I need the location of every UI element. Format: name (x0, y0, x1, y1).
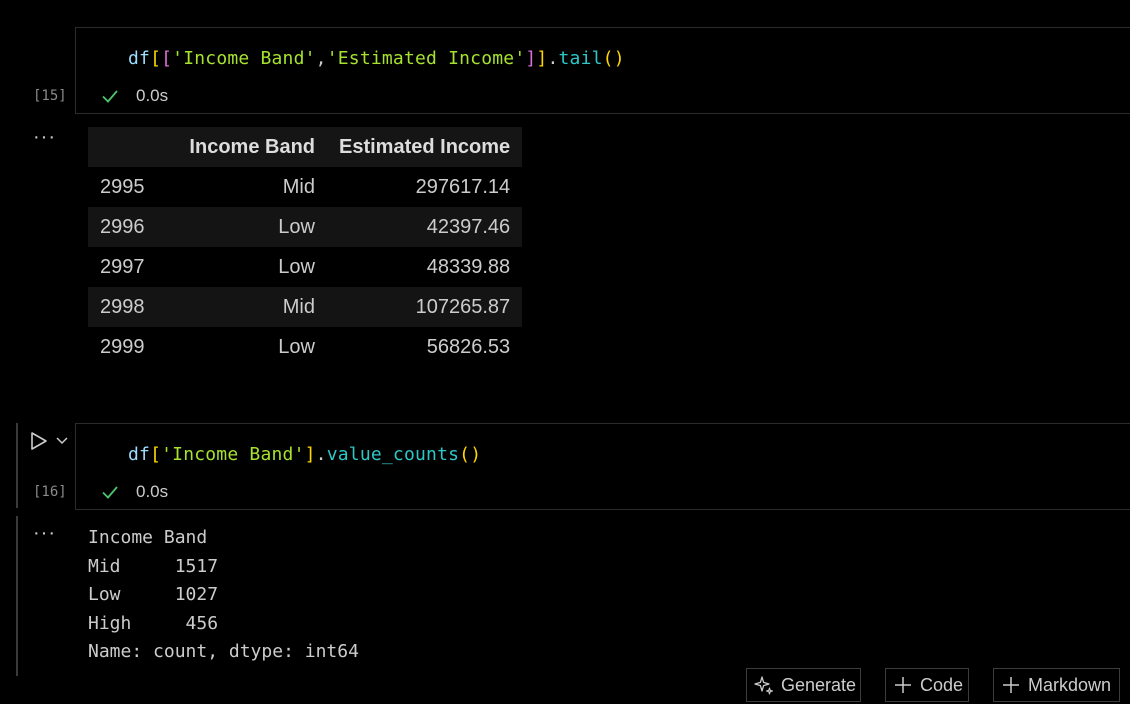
code-line[interactable]: df[['Income Band','Estimated Income']].t… (128, 48, 625, 69)
execution-count: [15] (33, 88, 67, 104)
markdown-label: Markdown (1028, 674, 1112, 695)
execution-time: 0.0s (136, 86, 169, 105)
estimated-income-cell: 48339.88 (426, 255, 511, 278)
plus-icon (895, 677, 911, 693)
execution-time: 0.0s (136, 482, 169, 501)
code-token: 'Income Band' (161, 444, 305, 465)
code-token: ] (536, 48, 548, 69)
table-header-estimated-income: Estimated Income (339, 135, 511, 158)
execution-status: 0.0s (100, 482, 168, 502)
code-token: . (315, 444, 327, 465)
estimated-income-cell: 56826.53 (426, 335, 511, 358)
table-row: 2996 Low 42397.46 (88, 207, 523, 247)
row-index: 2996 (100, 215, 145, 238)
code-label: Code (920, 674, 964, 695)
code-token: 'Estimated Income' (326, 48, 526, 69)
generate-button[interactable]: Generate (746, 668, 861, 702)
check-icon (102, 486, 118, 499)
code-token: () (459, 444, 482, 465)
execution-count: [16] (33, 484, 67, 500)
income-band-cell: Low (278, 335, 315, 358)
code-token: , (315, 48, 327, 69)
estimated-income-cell: 42397.46 (426, 215, 511, 238)
plus-icon (1003, 677, 1019, 693)
row-index: 2997 (100, 255, 145, 278)
execution-status: 0.0s (100, 86, 168, 106)
output-focus-indicator (16, 516, 18, 676)
output-more-actions-icon[interactable]: ··· (33, 127, 56, 147)
income-band-cell: Low (278, 255, 315, 278)
code-token: value_counts (326, 444, 460, 465)
estimated-income-cell: 297617.14 (415, 175, 511, 198)
add-markdown-cell-button[interactable]: Markdown (993, 668, 1120, 702)
table-header-income-band: Income Band (189, 135, 315, 158)
code-token: [ (161, 48, 173, 69)
table-header-row: Income Band Estimated Income (88, 127, 523, 167)
check-icon (102, 90, 118, 103)
code-token: ] (304, 444, 316, 465)
code-token: df (128, 444, 151, 465)
income-band-cell: Mid (282, 175, 315, 198)
code-cell-editor[interactable]: df[['Income Band','Estimated Income']].t… (75, 27, 1130, 114)
table-header-index (88, 127, 174, 167)
code-line[interactable]: df['Income Band'].value_counts() (128, 444, 481, 465)
code-token: df (128, 48, 151, 69)
code-token: . (547, 48, 559, 69)
code-token: tail (558, 48, 603, 69)
row-index: 2995 (100, 175, 145, 198)
estimated-income-cell: 107265.87 (415, 295, 511, 318)
row-index: 2998 (100, 295, 145, 318)
sparkle-icon (754, 676, 774, 695)
dataframe-output-table: Income Band Estimated Income 2995 Mid 29… (88, 127, 523, 367)
generate-label: Generate (781, 674, 857, 695)
output-more-actions-icon[interactable]: ··· (33, 523, 56, 543)
code-cell-editor[interactable]: df['Income Band'].value_counts() 0.0s (75, 423, 1130, 510)
income-band-cell: Mid (282, 295, 315, 318)
table-row: 2999 Low 56826.53 (88, 327, 522, 367)
table-row: 2998 Mid 107265.87 (88, 287, 523, 327)
row-index: 2999 (100, 335, 145, 358)
code-token: [ (150, 444, 162, 465)
code-token: ] (525, 48, 537, 69)
table-row: 2995 Mid 297617.14 (88, 167, 522, 207)
cell-focus-indicator (16, 423, 18, 508)
income-band-cell: Low (278, 215, 315, 238)
value-counts-output: Income Band Mid 1517 Low 1027 High 456 N… (88, 527, 359, 662)
code-token: [ (150, 48, 162, 69)
code-token: () (602, 48, 625, 69)
table-row: 2997 Low 48339.88 (88, 247, 522, 287)
play-icon[interactable] (30, 431, 48, 451)
chevron-down-icon[interactable] (55, 433, 69, 447)
add-code-cell-button[interactable]: Code (885, 668, 969, 702)
code-token: 'Income Band' (172, 48, 316, 69)
